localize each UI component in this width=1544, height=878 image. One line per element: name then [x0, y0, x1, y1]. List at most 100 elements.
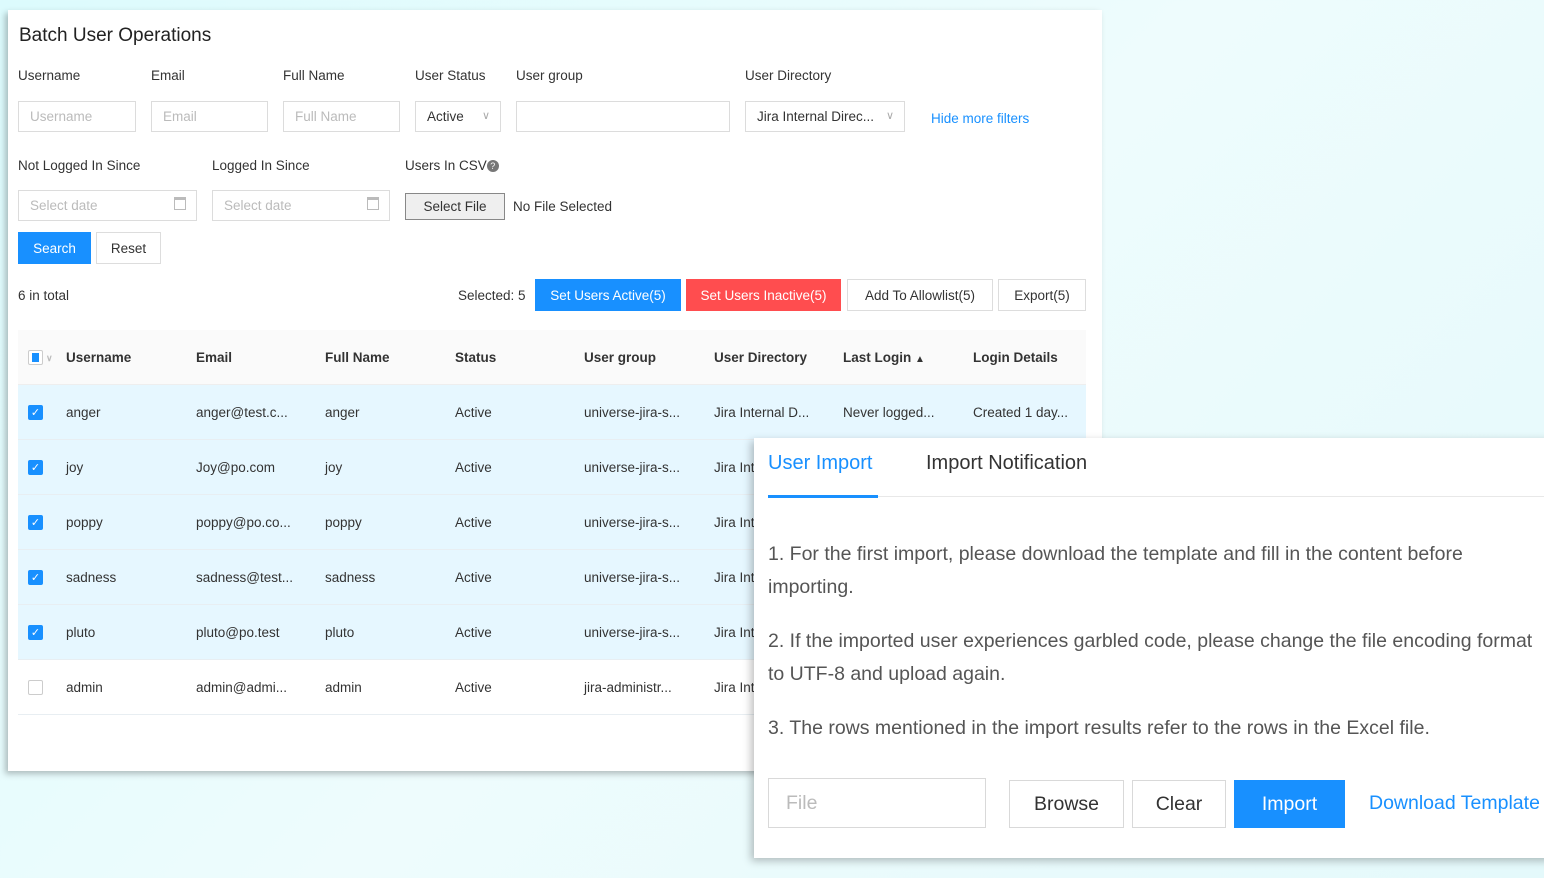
- table-cell: pluto: [325, 624, 355, 640]
- col-fullname[interactable]: Full Name: [325, 350, 455, 365]
- col-status[interactable]: Status: [455, 350, 584, 365]
- not-logged-date-input[interactable]: Select date: [18, 190, 197, 221]
- file-input[interactable]: File: [768, 778, 986, 828]
- table-cell: Never logged...: [843, 404, 935, 420]
- date-placeholder: Select date: [30, 198, 98, 213]
- set-users-inactive-button[interactable]: Set Users Inactive(5): [686, 279, 841, 311]
- col-last-login[interactable]: Last Login ▲: [843, 350, 973, 365]
- table-cell: universe-jira-s...: [584, 404, 681, 420]
- table-cell: admin: [325, 679, 362, 695]
- calendar-icon: [367, 197, 379, 210]
- row-checkbox[interactable]: [18, 679, 66, 695]
- table-cell: universe-jira-s...: [584, 459, 681, 475]
- reset-button[interactable]: Reset: [96, 232, 161, 264]
- tab-import-notification[interactable]: Import Notification: [926, 452, 1087, 475]
- logged-label: Logged In Since: [212, 158, 310, 173]
- chevron-down-icon: ∨: [481, 110, 490, 122]
- directory-label: User Directory: [745, 68, 832, 83]
- table-cell: admin: [66, 679, 103, 695]
- status-label: User Status: [415, 68, 486, 83]
- table-cell: Active: [455, 569, 492, 585]
- fullname-label: Full Name: [283, 68, 345, 83]
- page-title: Batch User Operations: [19, 25, 212, 46]
- logged-date-input[interactable]: Select date: [212, 190, 390, 221]
- add-to-allowlist-button[interactable]: Add To Allowlist(5): [847, 279, 993, 311]
- not-logged-label: Not Logged In Since: [18, 158, 141, 173]
- csv-label-text: Users In CSV: [405, 158, 487, 173]
- set-users-active-button[interactable]: Set Users Active(5): [535, 279, 681, 311]
- col-login-details[interactable]: Login Details: [973, 350, 1086, 365]
- csv-label: Users In CSV?: [405, 158, 499, 173]
- table-cell: anger: [325, 404, 360, 420]
- table-cell: Active: [455, 404, 492, 420]
- table-cell: sadness: [66, 569, 117, 585]
- table-row[interactable]: ✓ anger anger@test.c... anger Active universe…: [18, 385, 1086, 440]
- group-label: User group: [516, 68, 583, 83]
- col-directory[interactable]: User Directory: [714, 350, 843, 365]
- help-icon[interactable]: ?: [486, 160, 499, 172]
- status-value: Active: [427, 109, 464, 124]
- clear-button[interactable]: Clear: [1132, 780, 1226, 828]
- hide-more-filters-link[interactable]: Hide more filters: [931, 111, 1029, 126]
- col-username[interactable]: Username: [66, 350, 196, 365]
- table-cell: pluto: [66, 624, 96, 640]
- fullname-input[interactable]: Full Name: [283, 101, 400, 132]
- instruction-3: 3. The rows mentioned in the import resu…: [768, 717, 1430, 739]
- browse-button[interactable]: Browse: [1009, 780, 1124, 828]
- user-import-dialog: User Import Import Notification 1. For t…: [754, 438, 1544, 858]
- no-file-text: No File Selected: [513, 199, 613, 214]
- row-checkbox[interactable]: ✓: [18, 624, 66, 640]
- table-cell: Active: [455, 459, 492, 475]
- col-email[interactable]: Email: [196, 350, 325, 365]
- date-placeholder: Select date: [224, 198, 292, 213]
- select-file-button[interactable]: Select File: [405, 193, 505, 220]
- col-group[interactable]: User group: [584, 350, 714, 365]
- chevron-down-icon: ∨: [885, 110, 894, 122]
- search-button[interactable]: Search: [18, 232, 91, 264]
- instruction-1: 1. For the first import, please download…: [768, 543, 1463, 598]
- email-label: Email: [151, 68, 185, 83]
- table-cell: poppy: [325, 514, 362, 530]
- import-button[interactable]: Import: [1234, 780, 1345, 828]
- table-cell: universe-jira-s...: [584, 569, 681, 585]
- tab-divider: [768, 496, 1544, 497]
- table-cell: admin@admi...: [196, 679, 287, 695]
- export-button[interactable]: Export(5): [998, 279, 1086, 311]
- row-checkbox[interactable]: ✓: [18, 459, 66, 475]
- col-last-login-label: Last Login: [843, 349, 912, 365]
- download-template-link[interactable]: Download Template: [1369, 792, 1540, 815]
- username-label: Username: [18, 68, 81, 83]
- directory-value: Jira Internal Direc...: [757, 109, 875, 124]
- sort-asc-icon: ▲: [915, 353, 925, 365]
- email-input[interactable]: Email: [151, 101, 268, 132]
- directory-select[interactable]: Jira Internal Direc... ∨: [745, 101, 905, 132]
- table-cell: sadness@test...: [196, 569, 293, 585]
- username-input[interactable]: Username: [18, 101, 136, 132]
- table-cell: poppy@po.co...: [196, 514, 291, 530]
- table-cell: Active: [455, 514, 492, 530]
- table-cell: Active: [455, 679, 492, 695]
- table-cell: Jira Internal D...: [714, 404, 810, 420]
- selected-count: Selected: 5: [458, 288, 526, 303]
- table-cell: poppy: [66, 514, 103, 530]
- tab-user-import[interactable]: User Import: [768, 452, 872, 475]
- table-cell: joy: [66, 459, 84, 475]
- table-header: ∨ Username Email Full Name Status User g…: [18, 330, 1086, 385]
- table-cell: Joy@po.com: [196, 459, 275, 475]
- row-checkbox[interactable]: ✓: [18, 514, 66, 530]
- table-cell: anger@test.c...: [196, 404, 288, 420]
- select-all-checkbox[interactable]: ∨: [18, 349, 66, 365]
- row-checkbox[interactable]: ✓: [18, 404, 66, 420]
- row-checkbox[interactable]: ✓: [18, 569, 66, 585]
- table-cell: joy: [325, 459, 343, 475]
- table-cell: pluto@po.test: [196, 624, 280, 640]
- group-input[interactable]: [516, 101, 730, 132]
- table-cell: anger: [66, 404, 101, 420]
- total-count: 6 in total: [18, 288, 70, 303]
- table-cell: universe-jira-s...: [584, 624, 681, 640]
- instruction-2: 2. If the imported user experiences garb…: [768, 630, 1533, 685]
- table-cell: universe-jira-s...: [584, 514, 681, 530]
- status-select[interactable]: Active ∨: [415, 101, 501, 132]
- table-cell: sadness: [325, 569, 376, 585]
- table-cell: jira-administr...: [584, 679, 672, 695]
